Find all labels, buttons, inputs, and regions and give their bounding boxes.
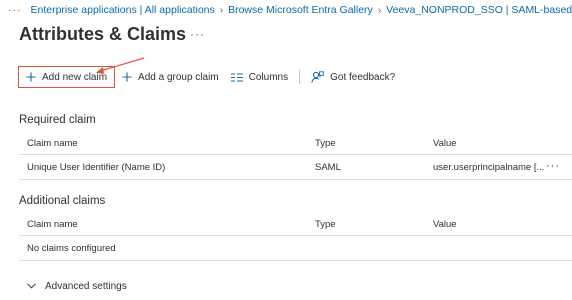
add-group-claim-button[interactable]: Add a group claim bbox=[118, 67, 223, 87]
page-title: Attributes & Claims bbox=[19, 24, 187, 44]
row-more-options-icon[interactable]: ··· bbox=[546, 160, 560, 172]
add-group-claim-label: Add a group claim bbox=[138, 71, 219, 83]
column-header-claim-name[interactable]: Claim name bbox=[27, 219, 78, 230]
table-header-divider bbox=[19, 235, 572, 236]
add-new-claim-label: Add new claim bbox=[42, 71, 108, 83]
breadcrumb-item-gallery[interactable]: Browse Microsoft Entra Gallery bbox=[228, 4, 373, 16]
breadcrumb-item-enterprise-apps[interactable]: Enterprise applications | All applicatio… bbox=[31, 4, 215, 16]
command-bar: Add new claim Add a group claim Columns … bbox=[18, 66, 399, 88]
empty-state-text: No claims configured bbox=[27, 243, 116, 254]
claim-name-cell[interactable]: Unique User Identifier (Name ID) bbox=[27, 162, 165, 173]
plus-icon bbox=[26, 72, 36, 82]
claim-value-cell: user.userprincipalname [... bbox=[433, 162, 545, 173]
advanced-settings-toggle[interactable]: Advanced settings bbox=[27, 281, 127, 292]
advanced-settings-label: Advanced settings bbox=[45, 281, 127, 292]
chevron-right-icon: › bbox=[377, 4, 382, 16]
additional-claims-heading: Additional claims bbox=[19, 195, 106, 207]
chevron-down-icon bbox=[27, 281, 36, 292]
breadcrumb: ··· Enterprise applications | All applic… bbox=[8, 4, 572, 16]
claim-type-cell: SAML bbox=[315, 162, 341, 173]
column-header-value[interactable]: Value bbox=[433, 138, 457, 149]
plus-icon bbox=[122, 72, 132, 82]
columns-label: Columns bbox=[248, 71, 289, 83]
chevron-right-icon: › bbox=[219, 4, 224, 16]
columns-icon bbox=[230, 73, 243, 82]
toolbar-divider bbox=[299, 70, 301, 84]
columns-button[interactable]: Columns bbox=[227, 67, 292, 87]
feedback-person-icon bbox=[311, 71, 324, 83]
column-header-value[interactable]: Value bbox=[433, 219, 457, 230]
feedback-button[interactable]: Got feedback? bbox=[307, 67, 399, 87]
column-header-claim-name[interactable]: Claim name bbox=[27, 138, 78, 149]
add-new-claim-button[interactable]: Add new claim bbox=[18, 66, 116, 88]
breadcrumb-item-app-sso[interactable]: Veeva_NONPROD_SSO | SAML-based S bbox=[386, 4, 572, 16]
row-divider bbox=[19, 179, 572, 180]
column-header-type[interactable]: Type bbox=[315, 138, 336, 149]
feedback-label: Got feedback? bbox=[330, 71, 396, 83]
row-divider bbox=[19, 260, 572, 261]
more-options-icon[interactable]: ··· bbox=[190, 27, 205, 41]
required-claim-heading: Required claim bbox=[19, 114, 96, 126]
breadcrumb-overflow[interactable]: ··· bbox=[8, 4, 22, 16]
column-header-type[interactable]: Type bbox=[315, 219, 336, 230]
